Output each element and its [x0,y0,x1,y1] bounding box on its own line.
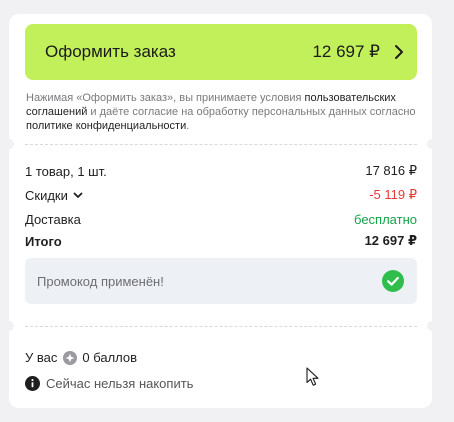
disclaimer-text-2: и даёте согласие на обработку персональн… [87,106,416,118]
bonus-prefix: У вас [25,350,58,365]
promo-applied-text: Промокод применён! [37,273,164,289]
card-notch-right-bottom [427,321,437,331]
total-amount: 12 697 ₽ [364,233,417,248]
order-total-price: 12 697 ₽ [312,42,380,61]
promo-code-status: Промокод применён! [25,258,417,304]
card-notch-left [4,139,14,149]
order-disclaimer: Нажимая «Оформить заказ», вы принимаете … [26,91,418,133]
items-count-label: 1 товар, 1 шт. [25,163,107,179]
delivery-label: Доставка [25,211,81,227]
bonus-info: Сейчас нельзя накопить [25,376,193,391]
discounts-label: Скидки [25,187,68,203]
items-subtotal: 17 816 ₽ [365,163,417,178]
discounts-toggle[interactable]: Скидки [25,188,83,203]
bonus-coin-icon [63,350,78,365]
total-label: Итого [25,233,62,249]
privacy-policy-link[interactable]: политике конфиденциальности [26,120,186,132]
mouse-cursor-icon [306,367,319,386]
card-notch-right [427,139,437,149]
checkout-summary-card: Оформить заказ 12 697 ₽ Нажимая «Оформит… [4,14,437,408]
place-order-label: Оформить заказ [45,42,176,61]
card-notch-left-bottom [4,321,14,331]
bonus-balance: У вас 0 баллов [25,350,137,365]
chevron-right-icon [395,45,403,59]
bonus-note: Сейчас нельзя накопить [46,376,194,391]
summary-delivery-row: Доставка бесплатно [25,210,417,228]
divider [25,144,417,145]
bonus-points: 0 баллов [82,350,138,365]
summary-items-row: 1 товар, 1 шт. 17 816 ₽ [25,162,417,180]
chevron-down-icon [73,192,83,198]
summary-discounts-row: Скидки -5 119 ₽ [25,186,417,204]
discounts-amount: -5 119 ₽ [369,187,417,202]
delivery-price: бесплатно [354,211,417,227]
info-icon[interactable] [25,376,40,391]
summary-total-row: Итого 12 697 ₽ [25,232,417,250]
disclaimer-text-3: . [186,120,190,132]
divider [25,326,417,327]
disclaimer-text-1: Нажимая «Оформить заказ», вы принимаете … [26,92,305,104]
place-order-button[interactable]: Оформить заказ 12 697 ₽ [25,24,417,80]
check-circle-icon [382,270,404,292]
